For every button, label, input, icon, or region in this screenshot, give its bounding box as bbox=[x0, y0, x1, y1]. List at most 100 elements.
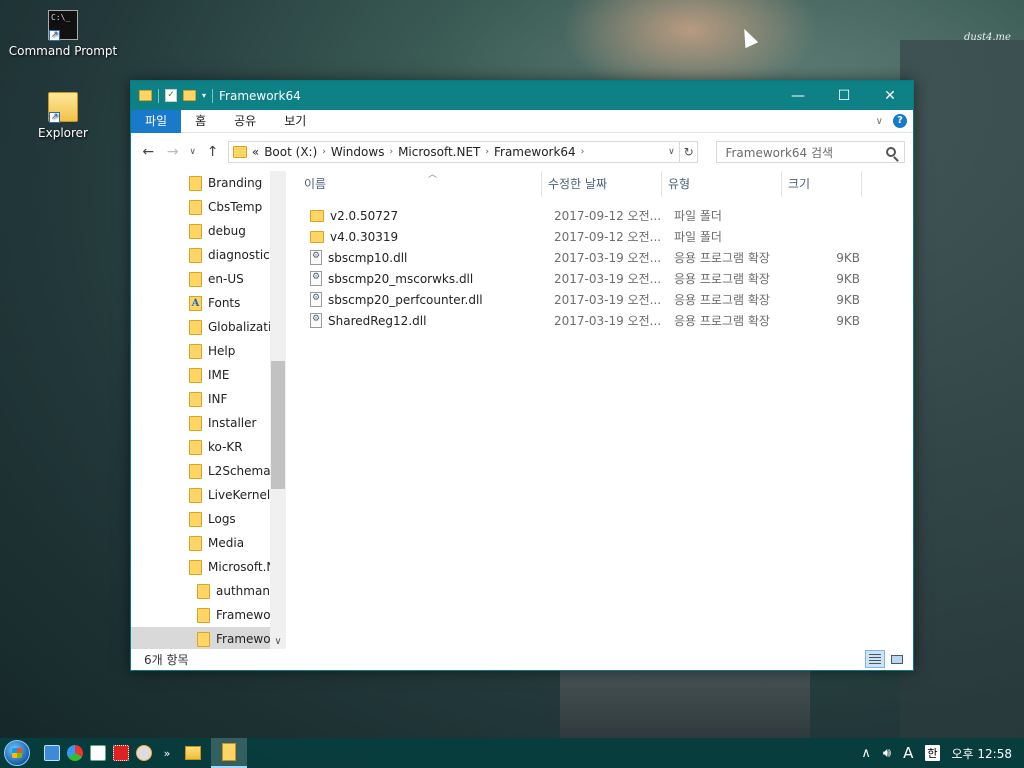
tab-share[interactable]: 공유 bbox=[220, 110, 270, 133]
nav-item-media[interactable]: Media bbox=[131, 531, 286, 555]
dll-file-icon bbox=[310, 271, 322, 286]
show-desktop-icon[interactable] bbox=[44, 745, 60, 761]
calculator-icon[interactable] bbox=[113, 745, 129, 761]
start-button[interactable] bbox=[0, 738, 34, 768]
nav-item-livekernelreports[interactable]: LiveKernelReports bbox=[131, 483, 286, 507]
tab-view[interactable]: 보기 bbox=[270, 110, 320, 133]
nav-item-microsoft-net[interactable]: Microsoft.NET bbox=[131, 555, 286, 579]
title-bar[interactable]: ✓ ▾ Framework64 — ☐ ✕ bbox=[131, 81, 913, 110]
file-rows: v2.0.50727 2017-09-12 오전... 파일 폴더 v4.0.3031… bbox=[286, 205, 913, 331]
tab-home[interactable]: 홈 bbox=[181, 110, 220, 133]
customize-dropdown-icon[interactable]: ▾ bbox=[202, 91, 206, 100]
column-date-modified[interactable]: 수정한 날짜 bbox=[542, 171, 662, 197]
file-row[interactable]: v2.0.50727 2017-09-12 오전... 파일 폴더 bbox=[286, 205, 913, 226]
breadcrumb-overflow[interactable]: « bbox=[252, 145, 259, 159]
file-size: 9KB bbox=[836, 271, 860, 286]
large-icons-view-button[interactable] bbox=[887, 650, 907, 668]
back-arrow-icon[interactable]: ← bbox=[139, 144, 158, 160]
minimize-button[interactable]: — bbox=[775, 81, 821, 110]
hangul-mode-indicator[interactable]: 한 bbox=[925, 745, 940, 761]
breadcrumb-framework64[interactable]: Framework64 bbox=[494, 145, 576, 159]
breadcrumb-microsoft-net[interactable]: Microsoft.NET bbox=[398, 145, 480, 159]
column-size[interactable]: 크기 bbox=[782, 171, 862, 197]
file-name: SharedReg12.dll bbox=[328, 313, 427, 328]
breadcrumb-chevron-icon[interactable]: › bbox=[581, 147, 585, 157]
file-row[interactable]: SharedReg12.dll 2017-03-19 오전... 응용 프로그램 확… bbox=[286, 310, 913, 331]
close-button[interactable]: ✕ bbox=[867, 81, 913, 110]
file-row[interactable]: sbscmp20_mscorwks.dll 2017-03-19 오전... 응용 … bbox=[286, 268, 913, 289]
file-type: 응용 프로그램 확장 bbox=[674, 314, 770, 328]
forward-arrow-icon[interactable]: → bbox=[164, 144, 183, 160]
folder-icon bbox=[310, 209, 324, 222]
nav-item-diagnostics[interactable]: diagnostics bbox=[131, 243, 286, 267]
tab-file[interactable]: 파일 bbox=[131, 109, 182, 133]
nav-item-help[interactable]: Help bbox=[131, 339, 286, 363]
up-arrow-icon[interactable]: ↑ bbox=[203, 144, 222, 160]
content-area: Branding CbsTemp debug diagnostics en-US A Fon… bbox=[131, 170, 913, 649]
file-row[interactable]: v4.0.30319 2017-09-12 오전... 파일 폴더 bbox=[286, 226, 913, 247]
breadcrumb-boot[interactable]: Boot (X:) bbox=[264, 145, 317, 159]
nav-item-cbstemp[interactable]: CbsTemp bbox=[131, 195, 286, 219]
dll-file-icon bbox=[310, 313, 322, 328]
breadcrumb-chevron-icon[interactable]: › bbox=[389, 147, 393, 157]
paint-icon[interactable] bbox=[136, 745, 152, 761]
breadcrumb-chevron-icon[interactable]: › bbox=[485, 147, 489, 157]
nav-scrollbar-thumb[interactable] bbox=[271, 361, 285, 489]
nav-item-ko-kr[interactable]: ko-KR bbox=[131, 435, 286, 459]
file-date: 2017-09-12 오전... bbox=[554, 209, 662, 223]
nav-item-framework[interactable]: Framework bbox=[131, 603, 286, 627]
nav-item-debug[interactable]: debug bbox=[131, 219, 286, 243]
column-name[interactable]: 이름 bbox=[286, 171, 542, 197]
help-icon[interactable]: ? bbox=[893, 114, 907, 128]
nav-item-en-us[interactable]: en-US bbox=[131, 267, 286, 291]
taskbar-explorer-pinned[interactable] bbox=[175, 738, 211, 768]
nav-item-label: authman bbox=[216, 584, 270, 598]
desktop-icon-explorer[interactable]: ↗ Explorer bbox=[8, 92, 118, 140]
properties-icon[interactable]: ✓ bbox=[165, 89, 177, 102]
show-hidden-icons-chevron-icon[interactable]: ∧ bbox=[861, 746, 871, 761]
file-name: sbscmp20_perfcounter.dll bbox=[328, 292, 483, 307]
nav-item-inf[interactable]: INF bbox=[131, 387, 286, 411]
folder-icon[interactable] bbox=[139, 90, 152, 101]
navigation-pane: Branding CbsTemp debug diagnostics en-US A Fon… bbox=[131, 171, 286, 649]
nav-item-installer[interactable]: Installer bbox=[131, 411, 286, 435]
nav-scrollbar[interactable]: ∨ bbox=[270, 171, 286, 649]
desktop-icon-command-prompt[interactable]: ↗ Command Prompt bbox=[8, 10, 118, 58]
column-type[interactable]: 유형 bbox=[662, 171, 782, 197]
folder-explorer-icon: ↗ bbox=[48, 92, 78, 123]
volume-icon[interactable]: 🔊︎ bbox=[883, 746, 891, 761]
nav-item-authman[interactable]: authman bbox=[131, 579, 286, 603]
file-date: 2017-03-19 오전... bbox=[554, 251, 662, 265]
search-input[interactable]: Framework64 검색 bbox=[716, 141, 905, 163]
expand-ribbon-icon[interactable]: ∨ bbox=[876, 116, 883, 127]
input-mode-indicator[interactable]: A bbox=[903, 744, 913, 762]
wallpaper-watermark: dust4.me bbox=[964, 32, 1011, 43]
nav-item-fonts[interactable]: A Fonts bbox=[131, 291, 286, 315]
clock[interactable]: 오후 12:58 bbox=[952, 745, 1012, 762]
system-tool-icon[interactable] bbox=[90, 745, 106, 761]
file-name: v4.0.30319 bbox=[330, 229, 399, 244]
recent-locations-chevron-icon[interactable]: ∨ bbox=[188, 147, 197, 157]
nav-item-framework64[interactable]: Framework64 bbox=[131, 627, 286, 649]
file-row[interactable]: sbscmp20_perfcounter.dll 2017-03-19 오전...… bbox=[286, 289, 913, 310]
address-bar[interactable]: « Boot (X:) › Windows › Microsoft.NET › … bbox=[227, 141, 680, 163]
new-folder-icon[interactable] bbox=[183, 90, 196, 101]
nav-item-logs[interactable]: Logs bbox=[131, 507, 286, 531]
nav-item-ime[interactable]: IME bbox=[131, 363, 286, 387]
refresh-icon[interactable]: ↻ bbox=[679, 141, 699, 163]
scroll-down-chevron-icon[interactable]: ∨ bbox=[270, 636, 286, 647]
nav-item-l2schemas[interactable]: L2Schemas bbox=[131, 459, 286, 483]
browser-icon[interactable] bbox=[67, 745, 83, 761]
breadcrumb-chevron-icon[interactable]: › bbox=[322, 147, 326, 157]
nav-item-globalization[interactable]: Globalization bbox=[131, 315, 286, 339]
nav-item-branding[interactable]: Branding bbox=[131, 171, 286, 195]
details-view-button[interactable] bbox=[865, 650, 885, 668]
maximize-button[interactable]: ☐ bbox=[821, 81, 867, 110]
address-dropdown-icon[interactable]: ∨ bbox=[662, 147, 679, 157]
search-icon[interactable] bbox=[885, 147, 896, 157]
quick-launch-more-icon[interactable]: » bbox=[159, 747, 175, 760]
taskbar-explorer-window[interactable] bbox=[211, 738, 247, 768]
folder-icon bbox=[189, 487, 202, 503]
breadcrumb-windows[interactable]: Windows bbox=[331, 145, 385, 159]
file-row[interactable]: sbscmp10.dll 2017-03-19 오전... 응용 프로그램 확장 9K… bbox=[286, 247, 913, 268]
